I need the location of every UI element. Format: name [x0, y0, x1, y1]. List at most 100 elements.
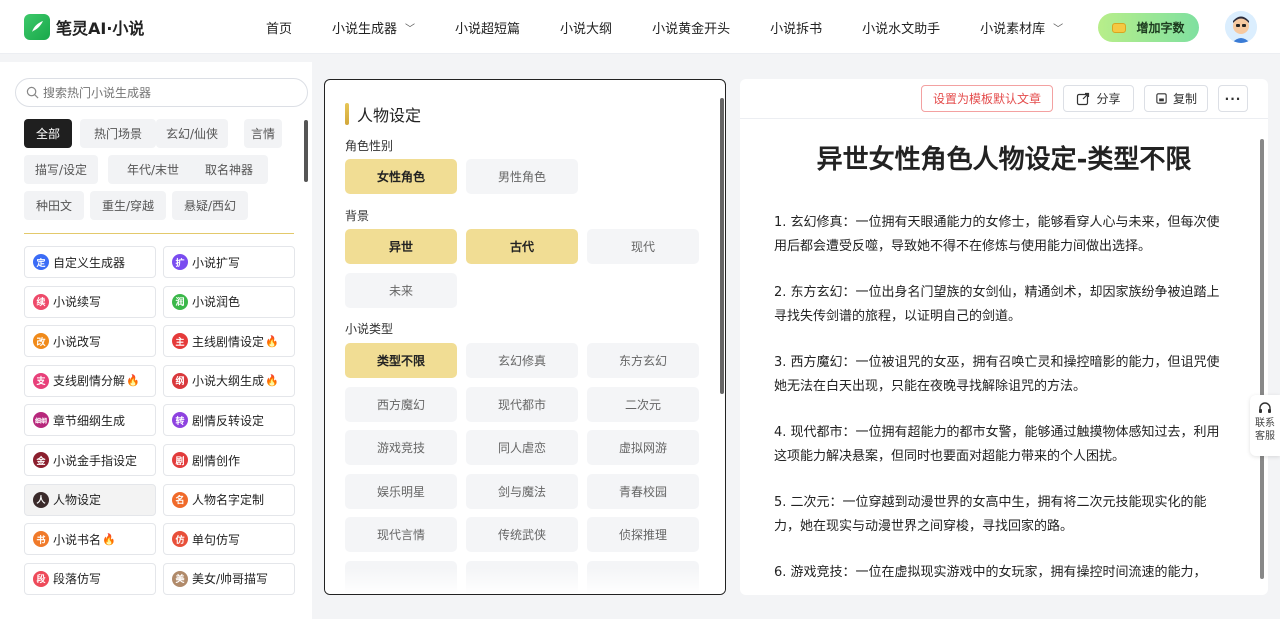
search-box[interactable]: [15, 78, 308, 107]
generator-item[interactable]: 人人物设定: [24, 483, 156, 516]
generator-label: 小说润色: [192, 295, 241, 310]
section-label: 小说类型: [345, 322, 394, 336]
generator-icon: 扩: [172, 254, 188, 270]
option-chip[interactable]: 女性角色: [345, 159, 457, 194]
generator-icon: 仿: [172, 531, 188, 548]
generator-label: 小说扩写: [192, 255, 241, 270]
nav-item[interactable]: 小说超短篇: [455, 18, 520, 37]
option-chip[interactable]: 西方魔幻: [345, 386, 457, 422]
option-chip[interactable]: 虚拟网游: [587, 430, 699, 466]
section-label: 背景: [345, 209, 370, 223]
generator-item[interactable]: 定自定义生成器: [24, 246, 156, 278]
nav-item[interactable]: 小说黄金开头: [652, 18, 730, 37]
result-paragraph: 2. 东方玄幻：一位出身名门望族的女剑仙，精通剑术，却因家族纷争被迫踏上寻找失传…: [774, 285, 1220, 324]
generator-item[interactable]: 金小说金手指设定: [24, 444, 156, 476]
generator-label: 剧情反转设定: [192, 413, 265, 428]
category-tag[interactable]: 玄幻/仙侠: [156, 119, 228, 148]
generator-item[interactable]: 转剧情反转设定: [163, 404, 295, 437]
generator-item[interactable]: 纲小说大纲生成 🔥: [163, 364, 295, 397]
option-chip[interactable]: 同人虐恋: [466, 430, 578, 466]
option-chip[interactable]: 东方玄幻: [587, 343, 699, 378]
divider: [24, 233, 294, 234]
generator-item[interactable]: 主主线剧情设定 🔥: [163, 325, 295, 358]
add-words-button[interactable]: 增加字数: [1098, 13, 1199, 42]
option-chip[interactable]: 现代: [587, 229, 699, 264]
option-chip[interactable]: 侦探推理: [587, 517, 699, 553]
option-chip[interactable]: 剑与魔法: [466, 473, 578, 509]
nav-item-label: 小说素材库: [980, 21, 1046, 37]
chevron-down-icon: ﹀: [405, 23, 416, 35]
option-chip[interactable]: 娱乐明星: [345, 473, 457, 509]
option-chip[interactable]: 古代: [466, 229, 578, 264]
generator-item[interactable]: 剧剧情创作: [163, 444, 295, 476]
copy-button[interactable]: 复制: [1144, 85, 1208, 112]
generator-item[interactable]: 续小说续写: [24, 285, 156, 318]
share-button[interactable]: 分享: [1063, 85, 1134, 112]
category-tag[interactable]: 全部: [24, 119, 72, 148]
result-paragraph: 6. 游戏竞技：一位在虚拟现实游戏中的女玩家，拥有操控时间流速的能力，: [774, 565, 1207, 580]
option-chip[interactable]: 玄幻修真: [466, 343, 578, 378]
generator-item[interactable]: 细纲 章节细纲生成: [24, 404, 156, 437]
option-chip[interactable]: 类型不限: [345, 343, 457, 378]
search-icon: [26, 86, 39, 99]
generator-item[interactable]: 书小说书名 🔥: [24, 523, 156, 556]
user-avatar[interactable]: [1225, 11, 1257, 43]
option-chip[interactable]: 现代都市: [466, 386, 578, 422]
nav-item[interactable]: 小说素材库 ﹀: [980, 18, 1063, 37]
category-tag[interactable]: 热门场景: [80, 119, 156, 148]
generator-icon: 转: [172, 412, 188, 429]
generator-label: 段落仿写: [53, 572, 102, 587]
result-paragraph: 5. 二次元：一位穿越到动漫世界的女高中生，拥有将二次元技能现实化的能力，她在现…: [774, 495, 1207, 534]
nav-item[interactable]: 小说水文助手: [862, 18, 940, 37]
generator-item[interactable]: 美美女/帅哥描写: [163, 562, 295, 595]
contact-support-button[interactable]: 联系 客服: [1250, 395, 1280, 456]
option-chip[interactable]: 游戏竞技: [345, 430, 457, 466]
generator-icon: 金: [33, 452, 49, 468]
category-tag[interactable]: 言情: [244, 119, 282, 148]
option-chip[interactable]: 异世: [345, 229, 457, 264]
category-tag[interactable]: 种田文: [24, 191, 84, 220]
generator-icon: 主: [172, 333, 188, 350]
category-tag[interactable]: 年代/末世: [108, 155, 198, 184]
option-chip[interactable]: 传统武侠: [466, 517, 578, 553]
option-chip[interactable]: 男性角色: [466, 159, 578, 194]
share-icon: [1077, 92, 1090, 105]
set-default-button[interactable]: 设置为模板默认文章: [921, 85, 1053, 112]
generator-item[interactable]: 支支线剧情分解 🔥: [24, 364, 156, 397]
generator-item[interactable]: 仿单句仿写: [163, 523, 295, 556]
generator-icon: 剧: [172, 452, 188, 468]
tags-scrollbar[interactable]: [304, 120, 308, 182]
nav-item[interactable]: 小说拆书: [770, 18, 822, 37]
generator-label: 人物设定: [53, 493, 102, 508]
top-header: 笔灵AI·小说 首页 小说生成器 ﹀ 小说超短篇 小说大纲 小说黄金开头 小说拆书 小说水文助…: [0, 0, 1280, 54]
category-tag[interactable]: 取名神器: [190, 155, 268, 184]
nav-item[interactable]: 小说生成器 ﹀: [332, 18, 415, 37]
generator-item[interactable]: 扩小说扩写: [163, 246, 295, 278]
nav-item-label: 小说水文助手: [862, 21, 941, 37]
option-chip[interactable]: 二次元: [587, 386, 699, 422]
option-chip[interactable]: 现代言情: [345, 517, 457, 553]
fire-icon: 🔥: [102, 532, 116, 546]
more-button[interactable]: ···: [1218, 85, 1248, 112]
generator-label: 美女/帅哥描写: [192, 572, 269, 587]
generator-item[interactable]: 润小说润色: [163, 285, 295, 318]
generator-item[interactable]: 名人物名字定制: [163, 483, 295, 516]
option-chip[interactable]: 青春校园: [587, 473, 699, 509]
nav-item[interactable]: 首页: [266, 18, 292, 37]
generator-icon: 书: [33, 531, 49, 548]
generator-item[interactable]: 改小说改写: [24, 325, 156, 358]
generator-item[interactable]: 段段落仿写: [24, 562, 156, 595]
category-tag[interactable]: 重生/穿越: [90, 191, 166, 220]
category-tag[interactable]: 描写/设定: [24, 155, 98, 184]
form-scrollbar[interactable]: [720, 98, 724, 394]
bottom-fade: [325, 568, 725, 594]
result-scrollbar[interactable]: [1260, 139, 1264, 579]
brand-logo[interactable]: 笔灵AI·小说: [24, 14, 144, 40]
nav-item[interactable]: 小说大纲: [560, 18, 612, 37]
option-chip[interactable]: 未来: [345, 272, 457, 308]
category-tag[interactable]: 悬疑/西幻: [172, 191, 248, 220]
search-input[interactable]: [43, 85, 283, 100]
generator-icon: 续: [33, 293, 49, 310]
generator-icon: 段: [33, 570, 49, 587]
generator-label: 主线剧情设定: [192, 334, 265, 349]
